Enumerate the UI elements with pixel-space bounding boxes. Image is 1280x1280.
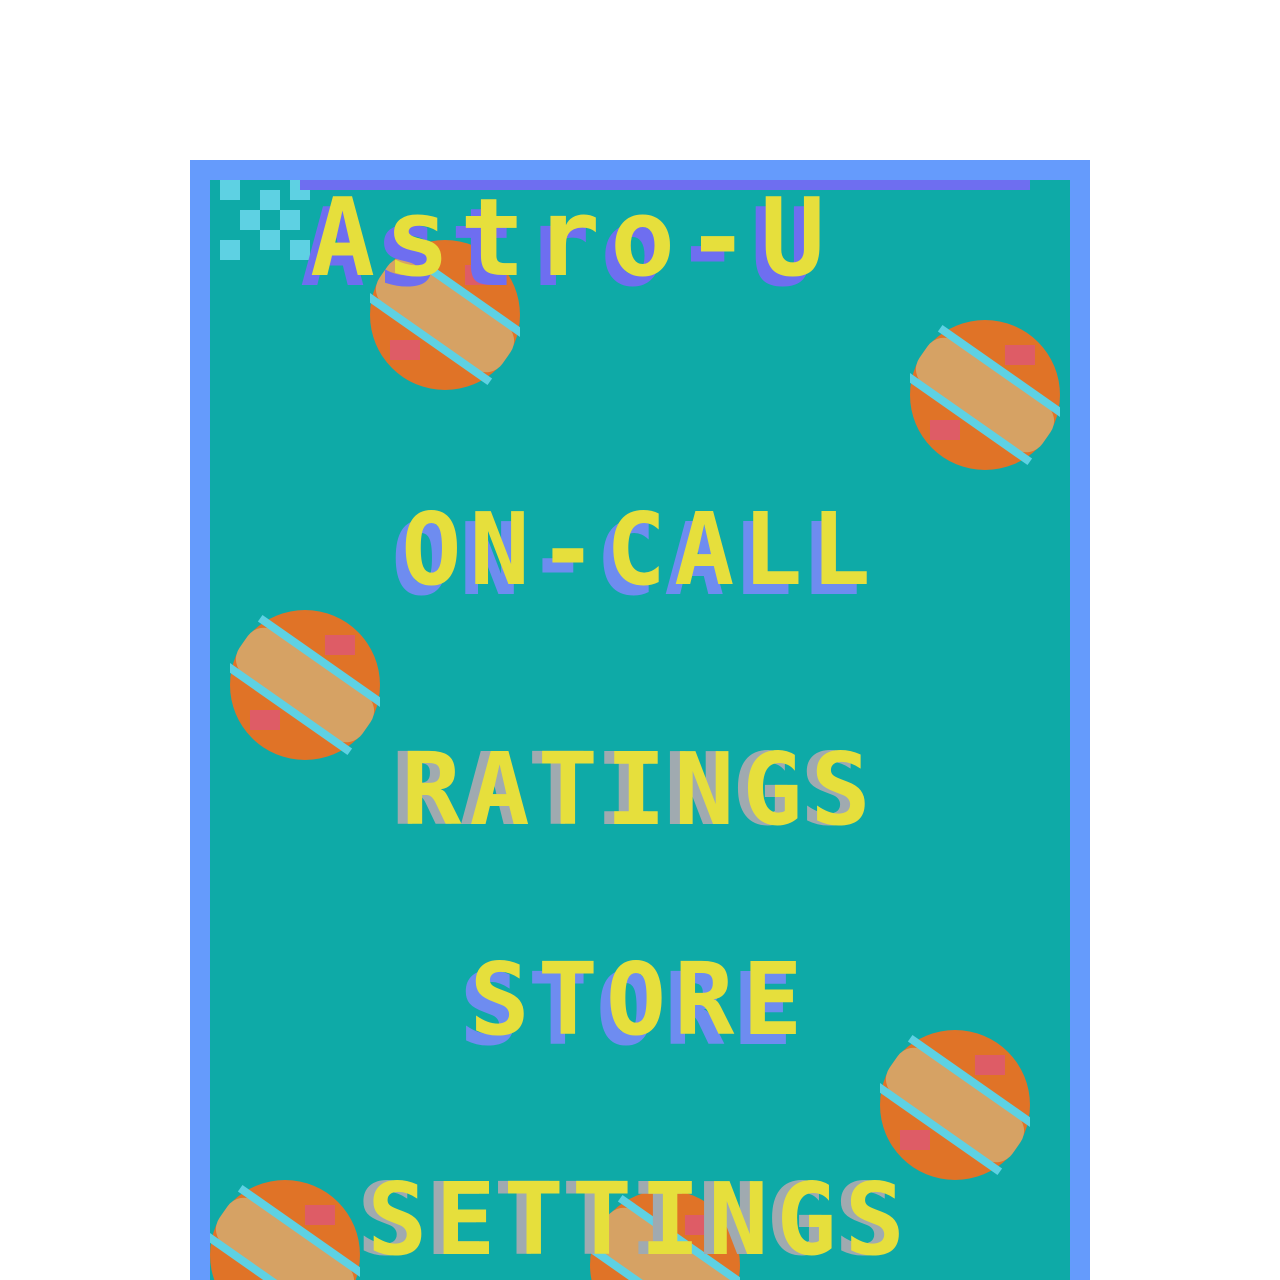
- menu-ratings-button[interactable]: RATINGS: [210, 740, 1070, 840]
- device-frame: Astro-U ON-CALL RATINGS STORE SETTINGS: [190, 160, 1090, 1280]
- sparkle-icon: [220, 180, 310, 260]
- menu-on-call-button[interactable]: ON-CALL: [210, 500, 1070, 600]
- game-title: Astro-U: [310, 180, 836, 301]
- menu-settings-button[interactable]: SETTINGS: [210, 1170, 1070, 1270]
- menu-store-button[interactable]: STORE: [210, 950, 1070, 1050]
- burger-icon: [910, 320, 1060, 470]
- burger-icon: [880, 1030, 1030, 1180]
- game-screen: Astro-U ON-CALL RATINGS STORE SETTINGS: [210, 180, 1070, 1280]
- burger-icon: [230, 610, 380, 760]
